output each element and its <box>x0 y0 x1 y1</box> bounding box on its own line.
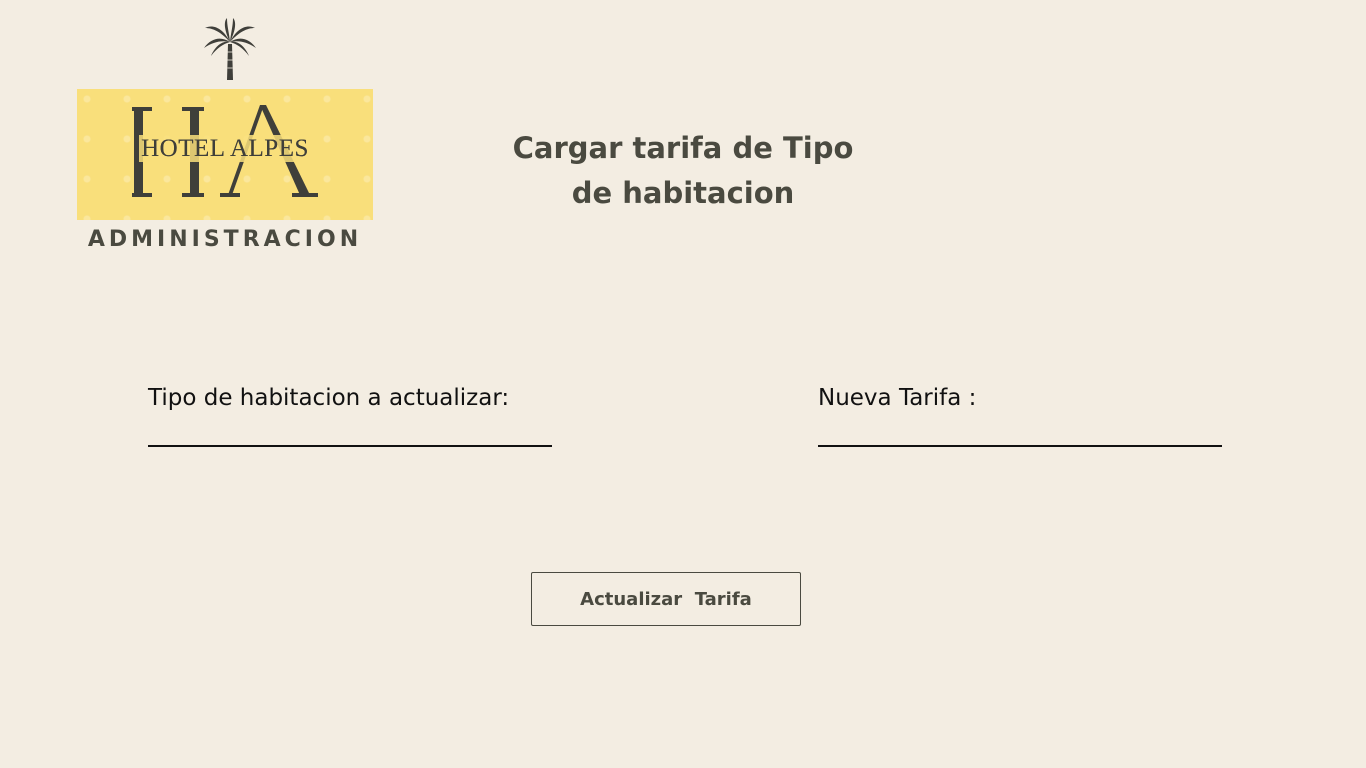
page-title: Cargar tarifa de Tipo de habitacion <box>480 126 886 216</box>
update-rate-button[interactable]: Actualizar Tarifa <box>531 572 801 626</box>
new-rate-input[interactable] <box>818 425 1222 447</box>
page-title-line-1: Cargar tarifa de Tipo <box>512 131 854 165</box>
room-type-input[interactable] <box>148 425 552 447</box>
page-title-line-2: de habitacion <box>571 176 795 210</box>
new-rate-label: Nueva Tarifa : <box>818 385 977 411</box>
hotel-logo: HOTEL ALPES ADMINISTRACION <box>77 18 373 263</box>
room-type-label: Tipo de habitacion a actualizar: <box>148 385 510 411</box>
room-type-field-group: Tipo de habitacion a actualizar: <box>148 380 552 447</box>
logo-brand-text: HOTEL ALPES <box>139 135 311 162</box>
palm-tree-icon <box>204 18 256 80</box>
logo-subtitle: ADMINISTRACION <box>87 227 363 252</box>
logo-badge: HOTEL ALPES <box>77 89 373 220</box>
new-rate-field-group: Nueva Tarifa : <box>818 380 1222 447</box>
